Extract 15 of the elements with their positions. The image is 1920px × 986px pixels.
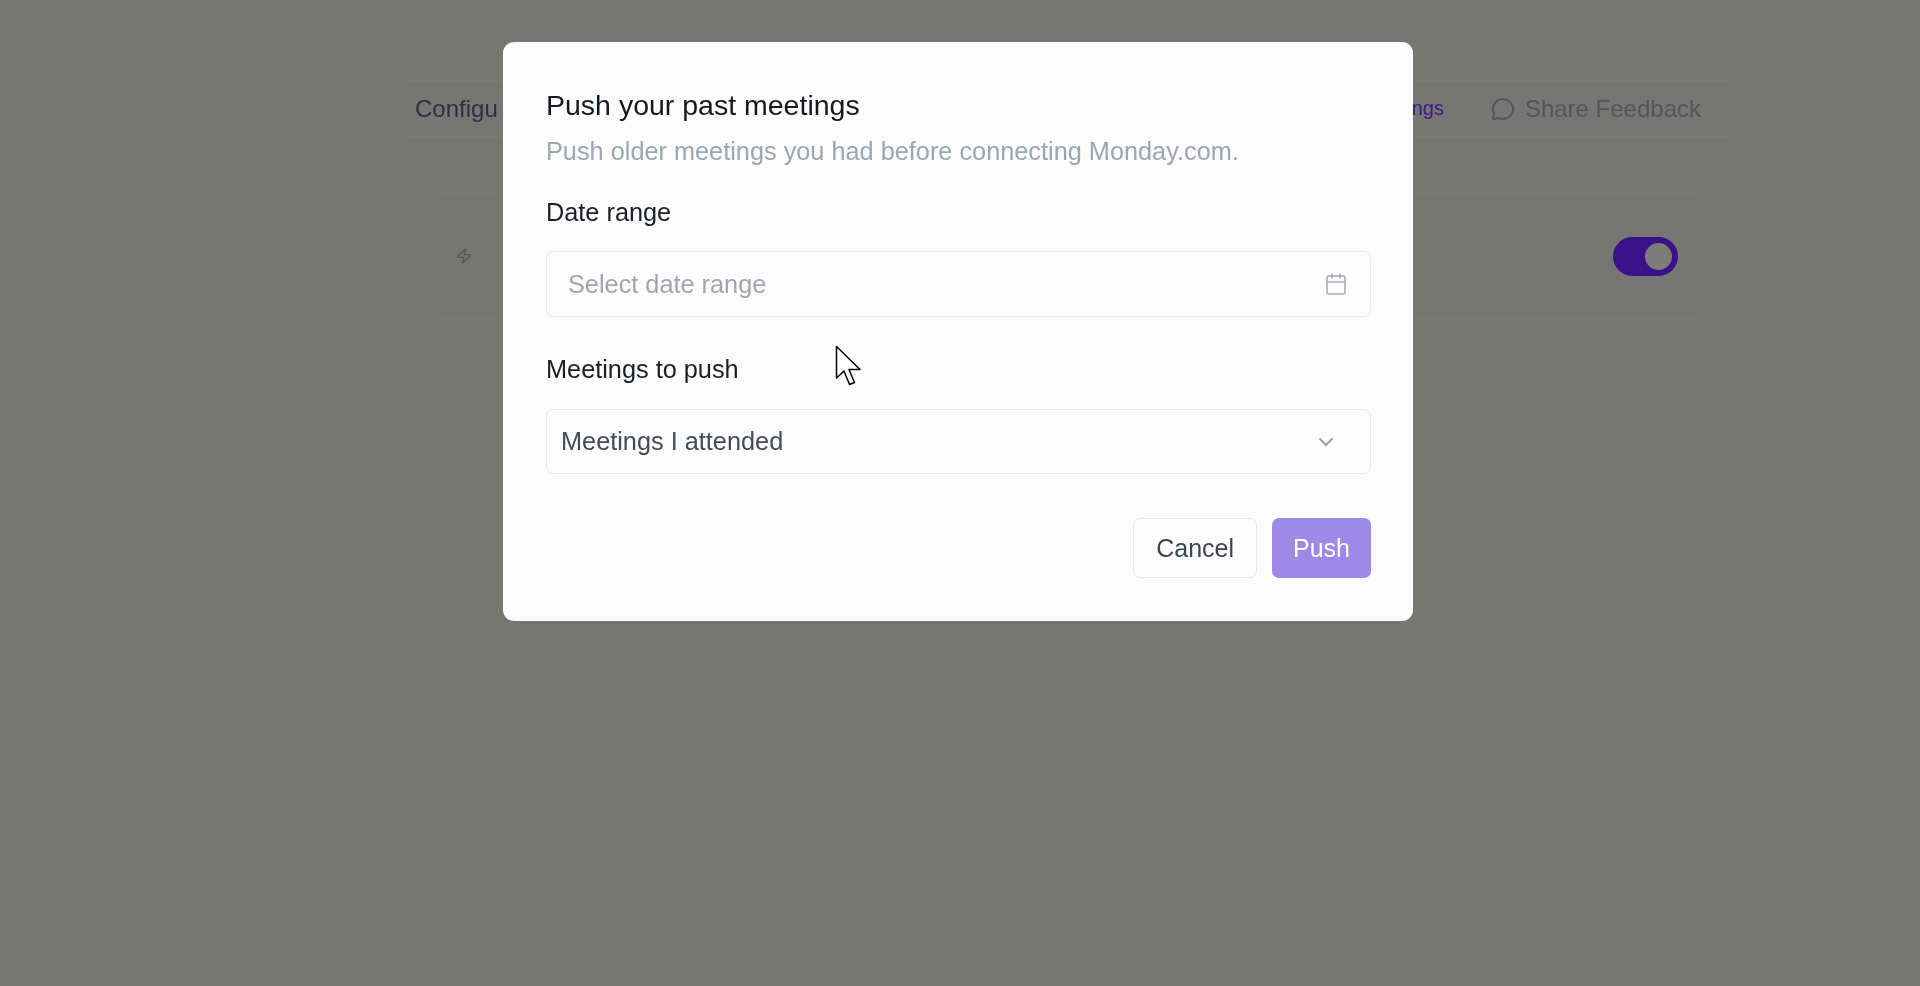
- dialog-title: Push your past meetings: [546, 88, 861, 122]
- cancel-button[interactable]: Cancel: [1133, 518, 1257, 578]
- chevron-down-icon: [1319, 437, 1333, 446]
- mouse-pointer-icon: [835, 345, 863, 387]
- dropdown-select[interactable]: Meetings I attended: [546, 409, 1371, 474]
- calendar-icon: [1324, 272, 1348, 296]
- chat-bubble-icon: [1490, 96, 1515, 121]
- date-range-field[interactable]: Select date range: [546, 251, 1371, 317]
- field-label: Meetings to push: [546, 354, 739, 384]
- nav-link[interactable]: ngs: [1411, 97, 1444, 120]
- field-label: Date range: [546, 197, 672, 227]
- page-title: Configu: [415, 94, 498, 123]
- lightning-icon: [456, 248, 472, 264]
- toggle-switch[interactable]: [1613, 236, 1678, 276]
- dialog-description: Push older meetings you had before connecting Monday.com.: [546, 136, 1240, 166]
